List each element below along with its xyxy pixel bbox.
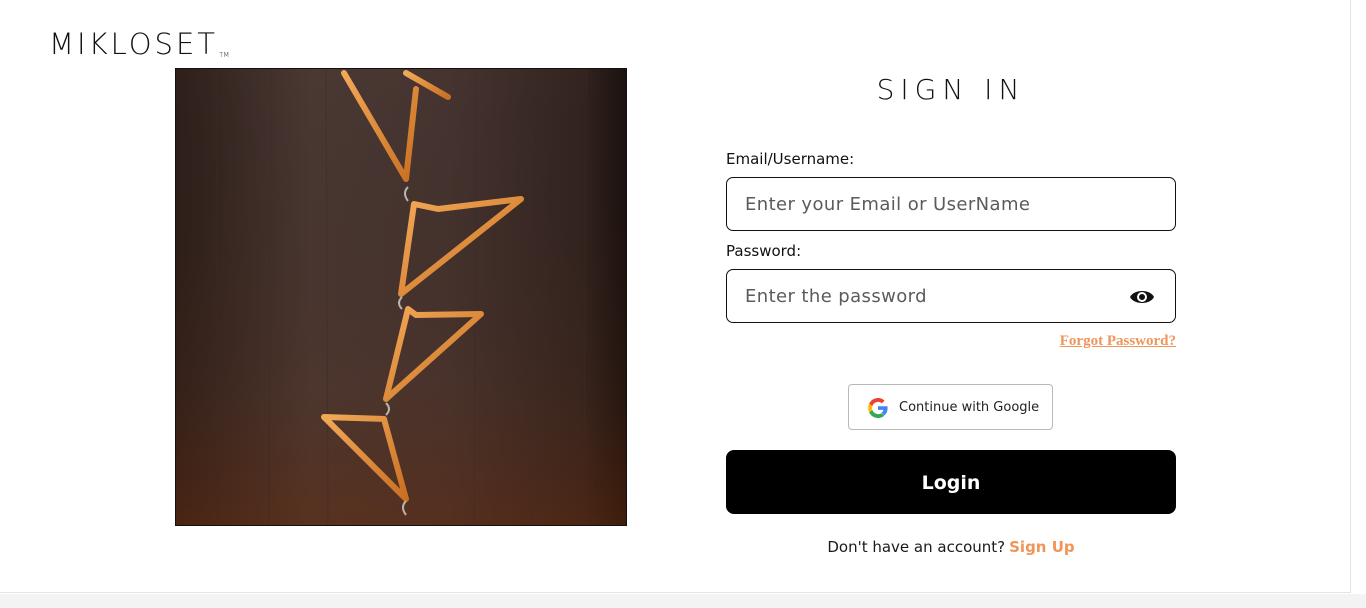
signup-line: Don't have an account? Sign Up: [726, 538, 1176, 556]
forgot-password-link[interactable]: Forgot Password?: [996, 333, 1176, 350]
login-button[interactable]: Login: [726, 450, 1176, 514]
email-input[interactable]: [727, 178, 1175, 230]
logo-text: MIKLOSET: [49, 27, 218, 61]
right-strip: [1352, 0, 1366, 594]
signin-title: SIGN IN: [876, 73, 1026, 106]
signup-link[interactable]: Sign Up: [1009, 538, 1075, 556]
brand-logo[interactable]: MIKLOSETTM: [49, 30, 229, 59]
password-input[interactable]: [727, 270, 1175, 322]
google-icon: [867, 397, 889, 419]
hero-image: [175, 68, 627, 526]
password-field-wrapper: [726, 269, 1176, 323]
google-button-label: Continue with Google: [899, 400, 1040, 415]
signup-prompt: Don't have an account?: [827, 538, 1006, 556]
logo-trademark: TM: [219, 51, 230, 59]
email-field-wrapper: [726, 177, 1176, 231]
bottom-strip: [0, 594, 1366, 608]
continue-with-google-button[interactable]: Continue with Google: [848, 384, 1053, 430]
password-label: Password:: [726, 242, 802, 260]
email-label: Email/Username:: [726, 150, 855, 168]
eye-icon[interactable]: [1129, 285, 1155, 309]
